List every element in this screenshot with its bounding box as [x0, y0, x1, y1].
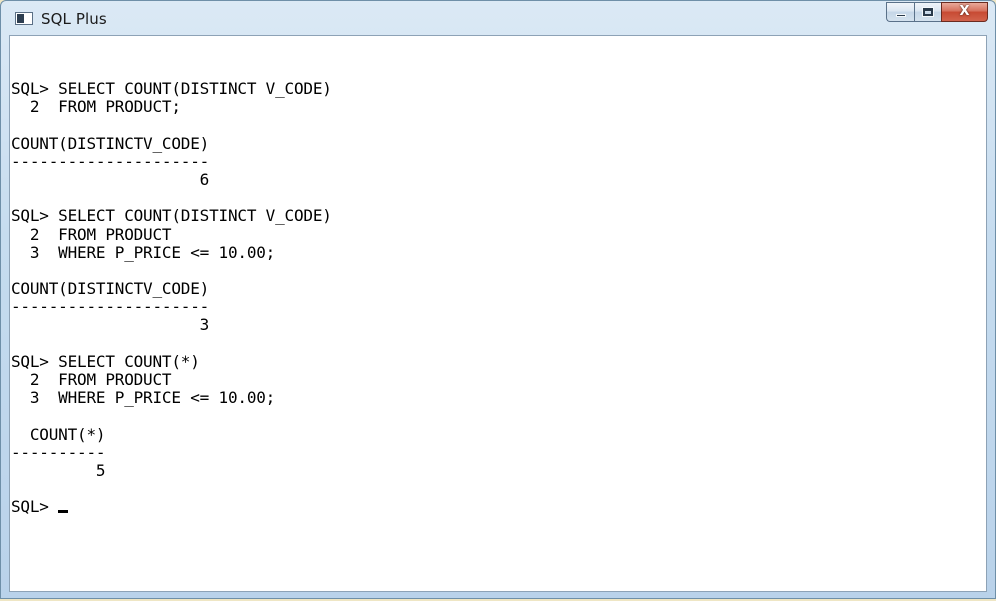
- minimize-button[interactable]: [886, 2, 914, 22]
- console-output[interactable]: SQL> SELECT COUNT(DISTINCT V_CODE) 2 FRO…: [9, 35, 987, 592]
- maximize-icon: [922, 7, 934, 17]
- window-controls: X: [886, 2, 988, 22]
- console-line: COUNT(DISTINCTV_CODE): [11, 133, 210, 153]
- console-line: COUNT(*): [11, 424, 106, 444]
- text-cursor: [58, 510, 69, 514]
- sqlplus-window: SQL Plus X SQL> SELECT COUNT(DISTINCT V_…: [0, 0, 996, 599]
- console-line: 6: [11, 169, 210, 189]
- minimize-icon: [896, 14, 906, 17]
- console-line: 3 WHERE P_PRICE <= 10.00;: [11, 242, 276, 262]
- console-line: SQL> SELECT COUNT(DISTINCT V_CODE): [11, 206, 332, 226]
- console-line: 3 WHERE P_PRICE <= 10.00;: [11, 388, 276, 408]
- prompt-text: SQL>: [11, 497, 59, 517]
- console-line: ----------: [11, 442, 106, 462]
- title-bar[interactable]: SQL Plus X: [1, 1, 995, 34]
- console-line: SQL> SELECT COUNT(*): [11, 351, 200, 371]
- console-line: 3: [11, 315, 210, 335]
- console-lines: SQL> SELECT COUNT(DISTINCT V_CODE) 2 FRO…: [11, 79, 332, 517]
- console-line: 2 FROM PRODUCT: [11, 224, 172, 244]
- maximize-button[interactable]: [914, 2, 941, 22]
- prompt-line[interactable]: SQL>: [11, 498, 332, 516]
- console-line: SQL> SELECT COUNT(DISTINCT V_CODE): [11, 79, 332, 98]
- console-line: 5: [11, 460, 106, 480]
- console-line: 2 FROM PRODUCT: [11, 370, 172, 389]
- console-line: ---------------------: [11, 151, 210, 171]
- console-line: COUNT(DISTINCTV_CODE): [11, 279, 210, 299]
- close-icon: X: [959, 4, 970, 19]
- close-button[interactable]: X: [941, 2, 988, 22]
- window-title: SQL Plus: [41, 10, 107, 28]
- console-line: 2 FROM PRODUCT;: [11, 97, 181, 117]
- console-window-icon[interactable]: [15, 12, 33, 25]
- console-line: ---------------------: [11, 297, 210, 317]
